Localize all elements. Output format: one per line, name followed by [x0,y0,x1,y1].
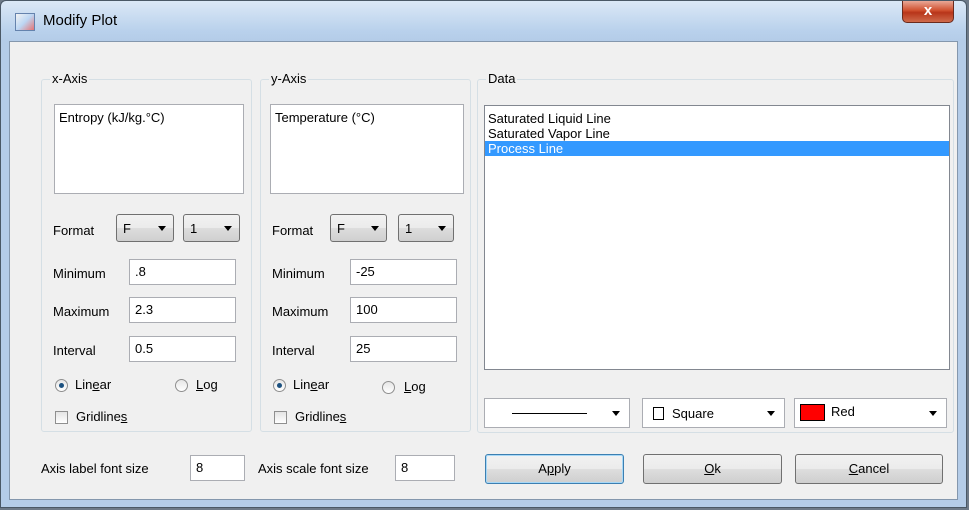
y-maximum-label: Maximum [272,304,329,319]
x-interval-field[interactable]: 0.5 [129,336,236,362]
x-log-label[interactable]: Log [196,377,218,392]
y-axis-group: y-Axis Temperature (°C) Format F 1 Minim… [260,71,471,432]
solid-line-swatch [512,413,587,414]
y-maximum-field[interactable]: 100 [350,297,457,323]
x-format-digits-combo[interactable]: 1 [183,214,240,242]
line-style-combo[interactable] [484,398,630,428]
close-icon: x [923,2,933,19]
x-maximum-field[interactable]: 2.3 [129,297,236,323]
y-linear-label[interactable]: Linear [293,377,329,392]
y-gridlines-label[interactable]: Gridlines [295,409,346,424]
chevron-down-icon [929,411,937,416]
axis-scale-font-size-field[interactable]: 8 [395,455,455,481]
x-format-type-combo[interactable]: F [116,214,174,242]
y-minimum-field[interactable]: -25 [350,259,457,285]
x-linear-label[interactable]: Linear [75,377,111,392]
marker-value: Square [672,406,714,421]
chevron-down-icon [158,226,166,231]
y-format-type-combo[interactable]: F [330,214,387,242]
data-group: Data Saturated Liquid Line Saturated Vap… [477,71,954,433]
list-item[interactable]: Saturated Vapor Line [485,126,949,141]
modify-plot-window: Modify Plot x x-Axis Entropy (kJ/kg.°C) … [0,0,967,508]
y-format-digits-combo[interactable]: 1 [398,214,454,242]
y-log-radio[interactable] [382,381,395,394]
data-series-listbox[interactable]: Saturated Liquid Line Saturated Vapor Li… [484,105,950,370]
y-format-digits-value: 1 [405,221,413,236]
y-format-label: Format [272,223,314,238]
y-minimum-label: Minimum [272,266,325,281]
y-linear-radio[interactable] [273,379,286,392]
chevron-down-icon [767,411,775,416]
red-color-swatch [800,404,825,421]
y-interval-label: Interval [272,343,315,358]
chevron-down-icon [612,411,620,416]
plot-app-icon [15,13,35,31]
dialog-client-area: x-Axis Entropy (kJ/kg.°C) Format F 1 Min… [9,41,958,500]
x-format-label: Format [53,223,95,238]
x-gridlines-checkbox[interactable] [55,411,68,424]
y-axis-group-title: y-Axis [269,71,309,86]
chevron-down-icon [438,226,446,231]
y-format-type-value: F [337,221,345,236]
close-button[interactable]: x [902,1,954,23]
x-gridlines-label[interactable]: Gridlines [76,409,127,424]
y-gridlines-checkbox[interactable] [274,411,287,424]
window-title: Modify Plot [43,12,118,29]
title-bar[interactable]: Modify Plot x [1,1,966,41]
color-combo[interactable]: Red [794,398,947,428]
chevron-down-icon [371,226,379,231]
x-axis-group: x-Axis Entropy (kJ/kg.°C) Format F 1 Min… [41,71,252,432]
x-axis-label-textarea[interactable]: Entropy (kJ/kg.°C) [54,104,244,194]
list-item[interactable]: Saturated Liquid Line [485,111,949,126]
y-interval-field[interactable]: 25 [350,336,457,362]
marker-style-combo[interactable]: Square [642,398,785,428]
data-group-title: Data [486,71,518,86]
axis-label-font-size-label: Axis label font size [41,461,149,476]
x-minimum-field[interactable]: .8 [129,259,236,285]
x-maximum-label: Maximum [53,304,110,319]
axis-scale-font-size-label: Axis scale font size [258,461,369,476]
x-axis-group-title: x-Axis [50,71,90,86]
x-interval-label: Interval [53,343,96,358]
x-linear-radio[interactable] [55,379,68,392]
x-log-radio[interactable] [175,379,188,392]
y-log-label[interactable]: Log [404,379,426,394]
chevron-down-icon [224,226,232,231]
x-format-digits-value: 1 [190,221,198,236]
y-axis-label-textarea[interactable]: Temperature (°C) [270,104,464,194]
list-item-selected[interactable]: Process Line [485,141,949,156]
axis-label-font-size-field[interactable]: 8 [190,455,245,481]
x-format-type-value: F [123,221,131,236]
x-minimum-label: Minimum [53,266,106,281]
color-value: Red [831,404,855,419]
square-marker-icon [653,407,664,420]
apply-button[interactable]: Apply [485,454,624,484]
cancel-button[interactable]: Cancel [795,454,943,484]
ok-button[interactable]: Ok [643,454,782,484]
